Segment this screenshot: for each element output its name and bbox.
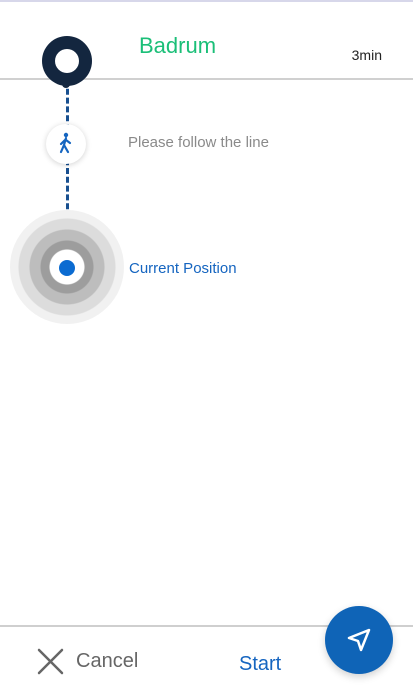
top-border [0, 0, 413, 2]
destination-pin-tail [62, 76, 70, 88]
navigation-screen: Badrum 3min Please follow the line Curre… [0, 0, 413, 695]
estimated-duration: 3min [351, 47, 382, 63]
cancel-label: Cancel [76, 650, 139, 672]
cancel-button[interactable]: Cancel [37, 648, 138, 675]
current-position-dot [59, 260, 75, 276]
navigation-arrow-icon [347, 628, 371, 652]
route-instruction: Please follow the line [128, 134, 269, 151]
close-icon [37, 648, 64, 675]
walking-marker [46, 124, 86, 164]
destination-title: Badrum [139, 33, 217, 58]
start-button[interactable]: Start [239, 653, 281, 676]
current-position-label: Current Position [129, 260, 237, 277]
navigate-fab[interactable] [325, 606, 393, 674]
walking-icon [59, 132, 72, 154]
